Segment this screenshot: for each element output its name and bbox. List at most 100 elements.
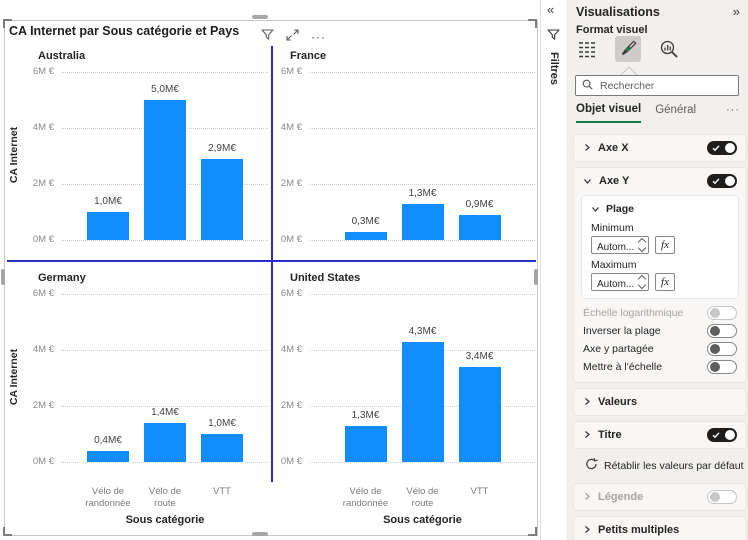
tabs-more-icon[interactable]: ··· <box>726 104 740 122</box>
y-axis-tick-label: 4M € <box>280 344 302 355</box>
maximum-input[interactable] <box>592 276 637 293</box>
gridline <box>310 72 535 73</box>
bar[interactable] <box>87 212 129 240</box>
bar-data-label: 0,4M€ <box>94 435 122 446</box>
axe-y-partagee-toggle[interactable] <box>707 342 737 356</box>
bar[interactable] <box>144 423 186 462</box>
bar[interactable] <box>144 100 186 240</box>
group-plage: Plage Minimum fx Maximum <box>581 195 739 299</box>
y-axis-tick-label: 4M € <box>280 122 302 133</box>
bar-data-label: 1,4M€ <box>151 407 179 418</box>
y-axis-title: CA Internet <box>8 348 20 406</box>
gridline <box>62 462 268 463</box>
maximum-field <box>591 273 649 293</box>
section-axe-x[interactable]: Axe X <box>573 134 747 162</box>
bar[interactable] <box>458 215 501 240</box>
expand-filters-icon[interactable]: « <box>547 2 554 17</box>
titre-toggle[interactable] <box>707 428 737 442</box>
drag-handle-top[interactable] <box>252 15 268 19</box>
panel-title: Australia <box>38 50 86 62</box>
chevron-right-icon <box>583 139 591 157</box>
chevron-down-icon <box>591 200 600 218</box>
x-axis-title: Sous catégorie <box>383 514 462 526</box>
card-legende: Légende <box>573 483 747 511</box>
axe-x-toggle[interactable] <box>707 141 737 155</box>
gridline <box>62 350 268 351</box>
tab-objet-visuel[interactable]: Objet visuel <box>576 103 642 123</box>
y-axis-tick-label: 6M € <box>32 288 54 299</box>
collapse-pane-icon[interactable]: » <box>733 4 740 19</box>
chevron-right-icon <box>583 426 591 444</box>
y-axis-tick-label: 0M € <box>280 234 302 245</box>
section-valeurs[interactable]: Valeurs <box>573 388 747 416</box>
build-visual-icon[interactable] <box>574 36 600 62</box>
focus-mode-icon[interactable] <box>286 28 299 46</box>
x-axis-category-label: VTT <box>470 486 489 497</box>
bar-data-label: 2,9M€ <box>208 143 236 154</box>
analytics-icon[interactable] <box>656 36 682 62</box>
axe-y-toggle[interactable] <box>707 174 737 188</box>
bar[interactable] <box>401 204 444 240</box>
minimum-input[interactable] <box>592 239 637 256</box>
filters-funnel-icon[interactable] <box>547 28 560 46</box>
section-legende[interactable]: Légende <box>573 483 747 511</box>
drag-handle-bottom[interactable] <box>252 532 268 536</box>
chevron-right-icon <box>583 521 591 539</box>
bar[interactable] <box>401 342 444 462</box>
drag-handle-right[interactable] <box>534 269 538 285</box>
minimum-fx-button[interactable]: fx <box>655 236 675 254</box>
y-axis-tick-label: 6M € <box>32 66 54 77</box>
spinner-icon[interactable] <box>637 237 647 253</box>
visualizations-pane-title: Visualisations <box>576 4 660 19</box>
mettre-a-l-echelle-toggle[interactable] <box>707 360 737 374</box>
bar[interactable] <box>201 159 243 240</box>
bar[interactable] <box>344 426 387 462</box>
filters-pane-collapsed: « Filtres <box>540 0 567 540</box>
card-axe-x: Axe X <box>573 134 747 162</box>
panel-title: United States <box>290 272 361 284</box>
y-axis-tick-label: 6M € <box>280 288 302 299</box>
maximum-fx-button[interactable]: fx <box>655 273 675 291</box>
chevron-right-icon <box>583 488 591 506</box>
minimum-label: Minimum <box>591 222 634 234</box>
report-canvas[interactable]: CA Internet par Sous catégorie et Pays ·… <box>0 0 540 540</box>
small-multiple-divider-horizontal <box>7 260 536 262</box>
tab-general[interactable]: Général <box>655 104 696 122</box>
gridline <box>310 462 535 463</box>
search-input[interactable] <box>598 78 737 93</box>
section-plage[interactable]: Plage <box>591 201 729 217</box>
row-mettre-a-l-echelle: Mettre à l'échelle <box>573 359 747 375</box>
resize-handle-bottom-left[interactable] <box>3 527 12 536</box>
bar[interactable] <box>344 232 387 240</box>
bar-data-label: 0,9M€ <box>465 199 494 210</box>
section-titre[interactable]: Titre <box>573 421 747 449</box>
bar[interactable] <box>87 451 129 462</box>
visual-header-actions: ··· <box>261 28 326 46</box>
bar-data-label: 4,3M€ <box>408 326 437 337</box>
filters-pane-title: Filtres <box>548 52 560 86</box>
bar-data-label: 1,3M€ <box>351 410 380 421</box>
gridline <box>310 294 535 295</box>
format-visual-icon[interactable] <box>615 36 641 62</box>
card-axe-y: Axe Y Plage Minimum fx <box>573 167 747 383</box>
row-echelle-logarithmique: Échelle logarithmique <box>573 305 747 321</box>
inverser-la-plage-toggle[interactable] <box>707 324 737 338</box>
card-valeurs: Valeurs <box>573 388 747 416</box>
bar[interactable] <box>201 434 243 462</box>
format-pane-tabs: Objet visuel Général ··· <box>576 103 740 123</box>
row-inverser-la-plage: Inverser la plage <box>573 323 747 339</box>
resize-handle-top-right[interactable] <box>528 19 537 28</box>
section-axe-y[interactable]: Axe Y <box>573 167 747 195</box>
resize-handle-bottom-right[interactable] <box>528 527 537 536</box>
y-axis-tick-label: 2M € <box>280 178 302 189</box>
more-options-icon[interactable]: ··· <box>311 31 326 43</box>
drag-handle-left[interactable] <box>1 269 5 285</box>
card-petits-multiples: Petits multiples <box>573 516 747 540</box>
bar[interactable] <box>458 367 501 462</box>
spinner-icon[interactable] <box>637 274 647 290</box>
filter-icon[interactable] <box>261 28 274 46</box>
section-petits-multiples[interactable]: Petits multiples <box>573 516 747 540</box>
app-root: CA Internet par Sous catégorie et Pays ·… <box>0 0 748 540</box>
echelle-logarithmique-toggle <box>707 306 737 320</box>
reset-defaults-button[interactable]: Rétablir les valeurs par défaut <box>573 454 747 478</box>
